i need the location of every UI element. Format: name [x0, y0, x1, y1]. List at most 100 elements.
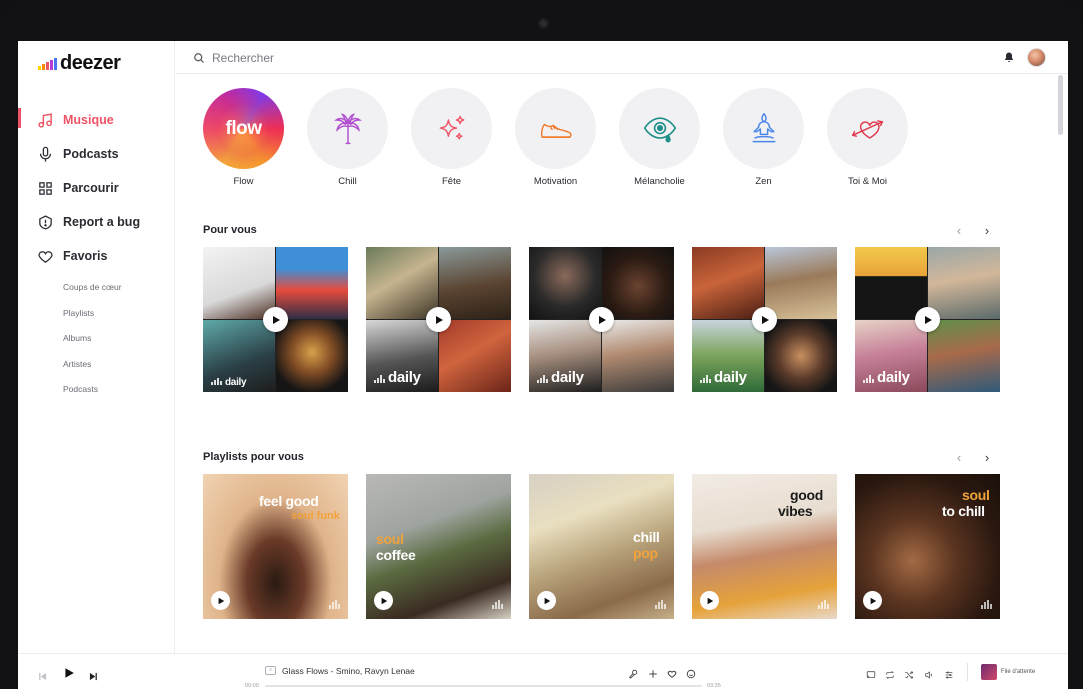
mood-fete[interactable]: Fête	[411, 88, 492, 187]
track-cover[interactable]: ♪	[265, 666, 276, 675]
prev-arrow-button[interactable]: ‹	[953, 224, 965, 237]
logo-equalizer-icon	[38, 57, 57, 70]
deezer-logo[interactable]: deezer	[38, 52, 121, 75]
shuffle-button[interactable]	[904, 667, 914, 680]
daily-label: daily	[211, 377, 247, 388]
playlist-card-feel-good[interactable]: feel good soul funk	[203, 474, 348, 619]
more-options-button[interactable]	[686, 666, 696, 679]
daily-text: daily	[714, 369, 747, 386]
prev-arrow-button[interactable]: ‹	[953, 451, 965, 464]
daily-card[interactable]: daily	[203, 247, 348, 392]
daily-card[interactable]: daily	[529, 247, 674, 392]
mood-circle	[307, 88, 388, 169]
daily-card[interactable]: daily	[692, 247, 837, 392]
music-note-icon	[38, 112, 52, 128]
app-window: deezer Musique Podcasts Parcourir Report…	[18, 41, 1068, 689]
equalizer-icon	[537, 375, 548, 383]
subnav-item-albums[interactable]: Albums	[63, 332, 122, 358]
equalizer-icon	[655, 600, 666, 609]
microphone-icon	[39, 146, 52, 162]
mood-melancholie[interactable]: Mélancholie	[619, 88, 700, 187]
subnav-item-artistes[interactable]: Artistes	[63, 358, 122, 384]
sidebar-item-parcourir[interactable]: Parcourir	[18, 171, 175, 205]
repeat-icon	[886, 670, 894, 680]
mood-circle	[723, 88, 804, 169]
artist-photo	[276, 247, 348, 319]
next-arrow-button[interactable]: ›	[981, 224, 993, 237]
repeat-button[interactable]	[885, 667, 895, 680]
play-pause-button[interactable]	[63, 666, 75, 678]
sidebar-item-musique[interactable]: Musique	[18, 103, 175, 137]
divider	[967, 663, 968, 681]
sidebar-item-podcasts[interactable]: Podcasts	[18, 137, 175, 171]
mood-circle	[411, 88, 492, 169]
bell-icon[interactable]	[1003, 51, 1015, 64]
play-button[interactable]	[263, 307, 288, 332]
daily-card[interactable]: daily	[366, 247, 511, 392]
mood-flow[interactable]: flow Flow	[203, 88, 284, 187]
avatar[interactable]	[1027, 48, 1046, 67]
artist-photo	[765, 320, 837, 392]
subnav-item-playlists[interactable]: Playlists	[63, 307, 122, 333]
playlist-card-soul-to-chill[interactable]: soul to chill	[855, 474, 1000, 619]
equalizer-icon	[329, 600, 340, 609]
palm-tree-icon	[333, 112, 362, 144]
play-icon	[381, 597, 387, 604]
next-track-button[interactable]	[89, 668, 98, 681]
play-button[interactable]	[537, 591, 556, 610]
search-icon	[194, 53, 204, 63]
track-title[interactable]: Glass Flows - Smino, Ravyn Lenae	[282, 666, 415, 676]
playlist-card-chill-pop[interactable]: chill pop	[529, 474, 674, 619]
scrollbar[interactable]	[1058, 75, 1063, 135]
next-arrow-button[interactable]: ›	[981, 451, 993, 464]
play-button[interactable]	[700, 591, 719, 610]
previous-track-button[interactable]	[38, 668, 47, 681]
logo-bar	[54, 57, 57, 70]
daily-text: daily	[388, 369, 421, 386]
play-button[interactable]	[374, 591, 393, 610]
mood-zen[interactable]: Zen	[723, 88, 804, 187]
subnav-item-podcasts[interactable]: Podcasts	[63, 383, 122, 409]
queue-cover[interactable]	[981, 664, 997, 680]
sidebar-item-label: Report a bug	[63, 215, 141, 229]
artist-photo	[366, 247, 438, 319]
daily-card[interactable]: daily	[855, 247, 1000, 392]
sidebar-item-favoris[interactable]: Favoris	[18, 239, 175, 273]
playlist-cards: feel good soul funk soul coffee chill po…	[203, 474, 1000, 619]
mood-motivation[interactable]: Motivation	[515, 88, 596, 187]
play-button[interactable]	[863, 591, 882, 610]
sidebar-item-report-bug[interactable]: Report a bug	[18, 205, 175, 239]
play-button[interactable]	[211, 591, 230, 610]
playlist-title: soul	[962, 487, 990, 503]
crying-eye-icon	[643, 116, 676, 142]
heart-icon	[667, 670, 677, 678]
artist-photo	[692, 247, 764, 319]
favoris-subnav: Coups de cœur Playlists Albums Artistes …	[63, 281, 122, 409]
volume-icon	[925, 671, 933, 679]
daily-label: daily	[863, 369, 910, 386]
volume-button[interactable]	[924, 667, 934, 679]
play-button[interactable]	[915, 307, 940, 332]
sidebar-nav: Musique Podcasts Parcourir Report a bug …	[18, 103, 175, 273]
playlist-card-good-vibes[interactable]: good vibes	[692, 474, 837, 619]
mood-label: Zen	[755, 176, 772, 187]
subnav-item-coups-de-coeur[interactable]: Coups de cœur	[63, 281, 122, 307]
queue-button[interactable]: File d'attente	[1001, 669, 1035, 675]
mood-label: Toi & Moi	[847, 176, 888, 187]
play-button[interactable]	[589, 307, 614, 332]
mood-label: Fête	[441, 176, 461, 187]
play-button[interactable]	[752, 307, 777, 332]
play-button[interactable]	[426, 307, 451, 332]
add-to-playlist-button[interactable]	[648, 666, 658, 678]
favorite-button[interactable]	[667, 666, 677, 678]
progress-bar[interactable]	[265, 685, 702, 687]
mood-toi-et-moi[interactable]: Toi & Moi	[827, 88, 908, 187]
mood-circle	[827, 88, 908, 169]
cast-button[interactable]	[866, 667, 876, 678]
play-icon	[707, 597, 713, 604]
mood-chill[interactable]: Chill	[307, 88, 388, 187]
equalizer-settings-button[interactable]	[944, 667, 954, 679]
lyrics-button[interactable]	[628, 666, 638, 679]
search-input[interactable]	[212, 48, 612, 68]
playlist-card-soul-coffee[interactable]: soul coffee	[366, 474, 511, 619]
